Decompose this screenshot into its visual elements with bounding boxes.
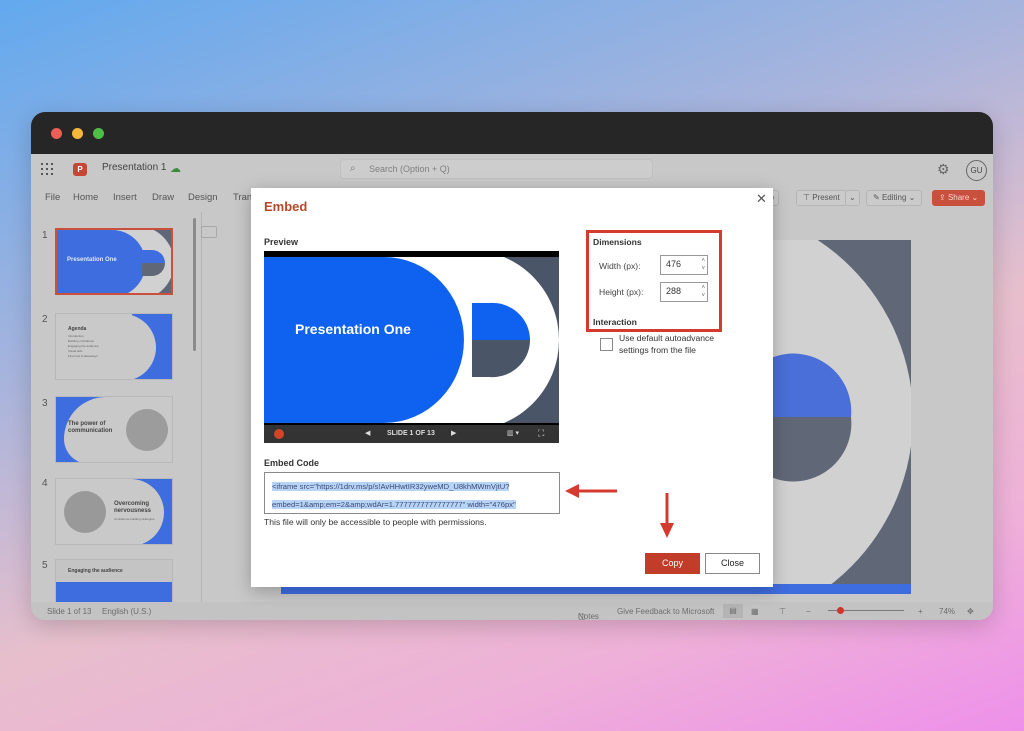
editing-mode-button[interactable]: ✎ Editing ⌄ xyxy=(866,190,923,206)
dimensions-label: Dimensions xyxy=(593,237,642,247)
document-title[interactable]: Presentation 1 xyxy=(102,162,167,173)
view-options-icon[interactable]: ▥ ▾ xyxy=(507,429,519,437)
preview-nav-bar: ◀ SLIDE 1 OF 13 ▶ ▥ ▾ ⛶ xyxy=(264,425,559,443)
minimize-window-button[interactable] xyxy=(72,128,83,139)
settings-gear-icon[interactable]: ⚙ xyxy=(937,161,950,178)
search-icon: ⌕ xyxy=(350,163,356,174)
height-input[interactable]: 288 ˄ ˅ xyxy=(660,282,708,302)
permission-note: This file will only be accessible to peo… xyxy=(264,517,487,527)
thumb-number: 3 xyxy=(42,398,48,409)
embed-code-text: <iframe src="https://1drv.ms/p/s!AvHHwtI… xyxy=(272,482,521,513)
dialog-title: Embed xyxy=(264,199,308,214)
prev-slide-icon[interactable]: ◀ xyxy=(365,429,370,437)
interaction-label: Interaction xyxy=(593,317,637,327)
tab-file[interactable]: File xyxy=(45,192,60,203)
embed-code-textarea[interactable]: <iframe src="https://1drv.ms/p/s!AvHHwtI… xyxy=(264,472,560,514)
slide-thumbnail-pane: 1 Presentation One 2 Agenda Introduction… xyxy=(31,212,199,609)
status-bar: Slide 1 of 13 English (U.S.) ▢ Notes Giv… xyxy=(31,602,993,620)
present-icon: ⊤ xyxy=(803,193,813,202)
slide-thumbnail-4[interactable]: Overcoming nervousness Confidence-buildi… xyxy=(55,478,173,545)
autoadvance-checkbox[interactable] xyxy=(600,338,613,351)
zoom-out-button[interactable]: − xyxy=(806,607,811,616)
annotation-arrow-down-icon xyxy=(660,493,674,538)
fullscreen-icon[interactable]: ⛶ xyxy=(538,428,544,439)
thumb-number: 4 xyxy=(42,478,48,489)
embed-preview: Presentation One ◀ SLIDE 1 OF 13 ▶ ▥ ▾ ⛶ xyxy=(264,251,559,443)
user-avatar[interactable]: GU xyxy=(966,160,987,181)
preview-slide-title: Presentation One xyxy=(295,321,411,337)
tab-transitions[interactable]: Tran xyxy=(233,192,252,203)
autoadvance-label[interactable]: Use default autoadvance settings from th… xyxy=(619,332,739,356)
annotation-arrow-left-icon xyxy=(565,484,617,498)
feedback-link[interactable]: Give Feedback to Microsoft xyxy=(617,607,714,616)
thumb-title: Agenda xyxy=(68,326,87,332)
present-dropdown[interactable]: ⌄ xyxy=(845,190,860,206)
slide-indicator: SLIDE 1 OF 13 xyxy=(387,430,435,437)
powerpoint-logo-icon: P xyxy=(73,163,87,176)
search-input[interactable]: ⌕ Search (Option + Q) xyxy=(340,159,653,179)
slide-sorter-icon[interactable]: ▦ xyxy=(751,607,759,616)
height-spinner[interactable]: ˄ ˅ xyxy=(701,284,705,300)
speaker-photo xyxy=(126,409,168,451)
reading-view-icon[interactable]: ⊤ xyxy=(779,607,786,616)
toggle-pane-icon[interactable] xyxy=(201,226,217,238)
maximize-window-button[interactable] xyxy=(93,128,104,139)
slide-thumbnail-1[interactable]: Presentation One xyxy=(55,228,173,295)
thumb-number: 2 xyxy=(42,314,48,325)
pencil-icon: ✎ xyxy=(873,193,882,202)
thumb-number: 5 xyxy=(42,560,48,571)
tab-draw[interactable]: Draw xyxy=(152,192,174,203)
group-photo xyxy=(64,491,106,533)
thumb-title: Presentation One xyxy=(67,257,117,263)
fit-slide-icon[interactable]: ✥ xyxy=(967,607,974,616)
thumb-number: 1 xyxy=(42,230,48,241)
cloud-saved-icon: ☁ xyxy=(170,163,181,175)
thumbnail-scrollbar[interactable] xyxy=(193,218,196,351)
office-logo-icon xyxy=(274,429,284,439)
width-input[interactable]: 476 ˄ ˅ xyxy=(660,255,708,275)
top-bar: P Presentation 1 ☁ ⌕ Search (Option + Q)… xyxy=(31,154,993,184)
app-launcher-icon[interactable] xyxy=(41,163,53,175)
zoom-in-button[interactable]: + xyxy=(918,607,923,616)
preview-label: Preview xyxy=(264,237,299,247)
slide-thumbnail-2[interactable]: Agenda Introduction Building confidence … xyxy=(55,313,173,380)
present-button[interactable]: ⊤ Present xyxy=(796,190,847,206)
thumb-title: The power of communication xyxy=(68,421,113,434)
tab-home[interactable]: Home xyxy=(73,192,98,203)
search-placeholder: Search (Option + Q) xyxy=(369,164,450,174)
window-titlebar xyxy=(31,112,993,154)
tab-insert[interactable]: Insert xyxy=(113,192,137,203)
close-icon[interactable]: ✕ xyxy=(756,191,767,207)
normal-view-icon[interactable]: ▤ xyxy=(723,604,743,618)
zoom-slider-thumb[interactable] xyxy=(837,607,844,614)
height-label: Height (px): xyxy=(599,287,644,297)
share-button[interactable]: ⇪ Share ⌄ xyxy=(932,190,986,206)
embed-dialog: Embed ✕ Preview Presentation One ◀ SLIDE… xyxy=(251,188,773,587)
language-indicator[interactable]: English (U.S.) xyxy=(102,607,151,616)
embed-code-label: Embed Code xyxy=(264,458,320,468)
slide-count: Slide 1 of 13 xyxy=(47,607,92,616)
preview-slide-graphic xyxy=(264,257,559,423)
close-window-button[interactable] xyxy=(51,128,62,139)
width-spinner[interactable]: ˄ ˅ xyxy=(701,257,705,273)
tab-design[interactable]: Design xyxy=(188,192,218,203)
next-slide-icon[interactable]: ▶ xyxy=(451,429,456,437)
zoom-level[interactable]: 74% xyxy=(939,607,955,616)
thumb-title: Engaging the audience xyxy=(68,568,123,574)
preview-slide: Presentation One xyxy=(264,257,559,423)
thumb-title: Overcoming nervousness xyxy=(114,501,152,514)
slide-thumbnail-3[interactable]: The power of communication xyxy=(55,396,173,463)
width-label: Width (px): xyxy=(599,261,641,271)
copy-button[interactable]: Copy xyxy=(645,553,700,574)
close-button[interactable]: Close xyxy=(705,553,760,574)
share-icon: ⇪ xyxy=(939,193,948,202)
